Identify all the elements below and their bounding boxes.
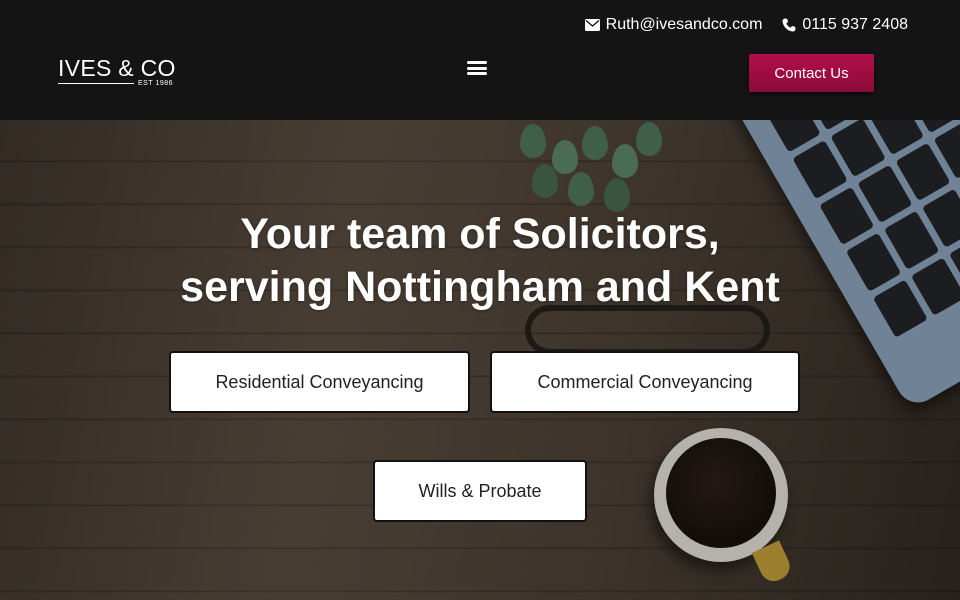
hero-heading-line2: serving Nottingham and Kent	[180, 263, 780, 311]
site-header: Ruth@ivesandco.com 0115 937 2408 IVES & …	[0, 0, 960, 120]
phone-icon	[782, 18, 796, 32]
email-link[interactable]: Ruth@ivesandco.com	[584, 16, 763, 34]
email-text: Ruth@ivesandco.com	[605, 16, 763, 33]
logo[interactable]: IVES & CO EST 1986	[58, 55, 176, 87]
residential-conveyancing-button[interactable]: Residential Conveyancing	[169, 351, 470, 413]
hamburger-menu-icon[interactable]	[466, 59, 488, 77]
logo-tagline: EST 1986	[138, 80, 174, 87]
commercial-conveyancing-button[interactable]: Commercial Conveyancing	[490, 351, 800, 413]
wills-probate-button[interactable]: Wills & Probate	[373, 460, 587, 522]
hero-section: Your team of Solicitors, serving Notting…	[0, 120, 960, 600]
contact-bar: Ruth@ivesandco.com 0115 937 2408	[584, 16, 908, 34]
hero-heading-line1: Your team of Solicitors,	[240, 210, 720, 258]
logo-divider	[58, 83, 134, 84]
logo-name: IVES & CO	[58, 55, 176, 81]
envelope-icon	[584, 19, 600, 31]
phone-text: 0115 937 2408	[802, 16, 908, 33]
hero-overlay	[0, 120, 960, 600]
hero-heading: Your team of Solicitors, serving Notting…	[0, 208, 960, 314]
contact-us-button[interactable]: Contact Us	[749, 54, 874, 92]
phone-link[interactable]: 0115 937 2408	[782, 16, 908, 34]
